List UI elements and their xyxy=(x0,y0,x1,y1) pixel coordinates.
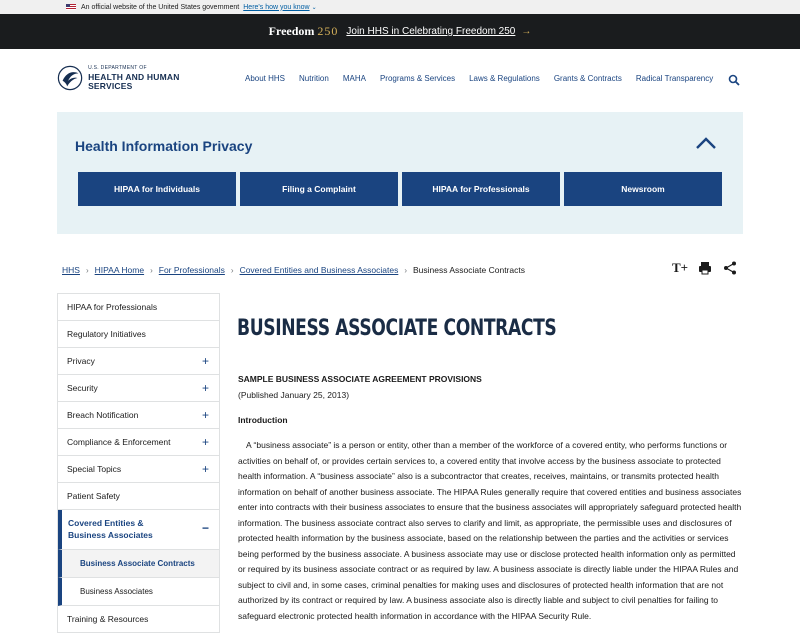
sidenav-patient-safety[interactable]: Patient Safety xyxy=(58,483,219,510)
nav-programs-services[interactable]: Programs & Services xyxy=(380,74,455,83)
chevron-right-icon: › xyxy=(150,265,153,275)
text-size-icon[interactable]: T+ xyxy=(672,260,688,276)
chevron-right-icon: › xyxy=(230,265,234,275)
freedom-250-logo: Freedom 250 xyxy=(269,24,339,39)
breadcrumb-for-professionals[interactable]: For Professionals xyxy=(159,265,225,275)
minus-icon[interactable]: − xyxy=(202,522,209,534)
sidenav-training-resources[interactable]: Training & Resources xyxy=(58,606,219,633)
page-title: BUSINESS ASSOCIATE CONTRACTS xyxy=(237,316,557,341)
nav-laws-regulations[interactable]: Laws & Regulations xyxy=(469,74,540,83)
introduction-paragraph: A “business associate” is a person or en… xyxy=(238,440,742,621)
sidenav-item-label: Regulatory Initiatives xyxy=(67,329,146,339)
breadcrumb-current: Business Associate Contracts xyxy=(413,265,525,275)
introduction-heading: Introduction xyxy=(238,415,288,425)
hhs-logo-text: U.S. DEPARTMENT OF HEALTH AND HUMAN SERV… xyxy=(88,66,217,90)
breadcrumb-hipaa-home[interactable]: HIPAA Home xyxy=(95,265,144,275)
sidenav-regulatory-initiatives[interactable]: Regulatory Initiatives xyxy=(58,321,219,348)
sidenav-item-label: Security xyxy=(67,383,98,393)
sidenav-security[interactable]: Security + xyxy=(58,375,219,402)
us-flag-icon xyxy=(66,4,76,10)
hhs-eagle-icon xyxy=(57,65,83,91)
sidenav-hipaa-for-professionals[interactable]: HIPAA for Professionals xyxy=(58,294,219,321)
freedom-250-bar: Freedom 250 Join HHS in Celebrating Free… xyxy=(0,14,800,49)
hhs-logo[interactable]: U.S. DEPARTMENT OF HEALTH AND HUMAN SERV… xyxy=(57,62,217,94)
plus-icon[interactable]: + xyxy=(202,382,209,394)
logo-department-line: U.S. DEPARTMENT OF xyxy=(88,65,147,71)
sidenav-item-label: Special Topics xyxy=(67,464,122,474)
sidenav-item-label: Training & Resources xyxy=(67,614,149,624)
chevron-right-icon: › xyxy=(404,265,407,275)
sidenav-current-line1: Covered Entities & xyxy=(68,517,144,528)
breadcrumb-covered-entities[interactable]: Covered Entities and Business Associates xyxy=(240,265,399,275)
plus-icon[interactable]: + xyxy=(202,409,209,421)
chevron-down-icon[interactable]: ⌄ xyxy=(312,4,317,11)
breadcrumb: HHS › HIPAA Home › For Professionals › C… xyxy=(62,265,525,275)
plus-icon[interactable]: + xyxy=(202,463,209,475)
hipaa-for-individuals-button[interactable]: HIPAA for Individuals xyxy=(78,172,236,206)
sidenav-item-label: Privacy xyxy=(67,356,95,366)
search-icon[interactable] xyxy=(728,74,740,86)
sidenav-business-associates[interactable]: Business Associates xyxy=(58,578,219,606)
page-tools: T+ xyxy=(672,260,747,276)
freedom-logo-word: Freedom xyxy=(268,24,315,38)
nav-about-hhs[interactable]: About HHS xyxy=(245,74,285,83)
sidenav-covered-entities[interactable]: Covered Entities & Business Associates − xyxy=(58,510,219,550)
logo-agency-name: HEALTH AND HUMAN SERVICES xyxy=(88,72,180,91)
main-nav: About HHS Nutrition MAHA Programs & Serv… xyxy=(245,74,727,83)
hipaa-for-professionals-button[interactable]: HIPAA for Professionals xyxy=(402,172,560,206)
hip-title: Health Information Privacy xyxy=(75,138,253,154)
newsroom-button[interactable]: Newsroom xyxy=(564,172,722,206)
chevron-right-icon: › xyxy=(85,265,89,275)
gov-banner-text: An official website of the United States… xyxy=(81,3,240,11)
nav-radical-transparency[interactable]: Radical Transparency xyxy=(636,74,713,83)
nav-maha[interactable]: MAHA xyxy=(343,74,366,83)
freedom-logo-number: 250 xyxy=(317,24,339,38)
sidenav-current-line2: Business Associates xyxy=(68,529,153,540)
share-icon[interactable] xyxy=(722,260,738,276)
site-header: U.S. DEPARTMENT OF HEALTH AND HUMAN SERV… xyxy=(0,49,800,111)
plus-icon[interactable]: + xyxy=(202,355,209,367)
sidenav-item-label: Compliance & Enforcement xyxy=(67,437,171,447)
sidenav-current-label: Covered Entities & Business Associates xyxy=(68,518,153,542)
document-heading: SAMPLE BUSINESS ASSOCIATE AGREEMENT PROV… xyxy=(238,374,482,384)
print-icon[interactable] xyxy=(697,260,713,276)
official-gov-banner: An official website of the United States… xyxy=(0,0,800,14)
sidenav-special-topics[interactable]: Special Topics + xyxy=(58,456,219,483)
sidenav-compliance-enforcement[interactable]: Compliance & Enforcement + xyxy=(58,429,219,456)
sidenav-business-associate-contracts[interactable]: Business Associate Contracts xyxy=(58,550,219,578)
sidenav-privacy[interactable]: Privacy + xyxy=(58,348,219,375)
nav-grants-contracts[interactable]: Grants & Contracts xyxy=(554,74,622,83)
heres-how-you-know-link[interactable]: Here's how you know xyxy=(243,4,309,11)
breadcrumb-hhs[interactable]: HHS xyxy=(62,265,80,275)
filing-a-complaint-button[interactable]: Filing a Complaint xyxy=(240,172,398,206)
sidenav-item-label: Patient Safety xyxy=(67,491,120,501)
sidenav-breach-notification[interactable]: Breach Notification + xyxy=(58,402,219,429)
health-information-privacy-panel: Health Information Privacy HIPAA for Ind… xyxy=(57,112,743,234)
chevron-up-icon[interactable] xyxy=(695,136,717,150)
side-navigation: HIPAA for Professionals Regulatory Initi… xyxy=(57,293,220,633)
join-freedom-250-link[interactable]: Join HHS in Celebrating Freedom 250 xyxy=(346,26,515,37)
sidenav-item-label: HIPAA for Professionals xyxy=(67,302,158,312)
sidenav-item-label: Breach Notification xyxy=(67,410,139,420)
plus-icon[interactable]: + xyxy=(202,436,209,448)
nav-nutrition[interactable]: Nutrition xyxy=(299,74,329,83)
arrow-right-icon[interactable]: → xyxy=(521,26,531,37)
published-date: (Published January 25, 2013) xyxy=(238,390,350,400)
